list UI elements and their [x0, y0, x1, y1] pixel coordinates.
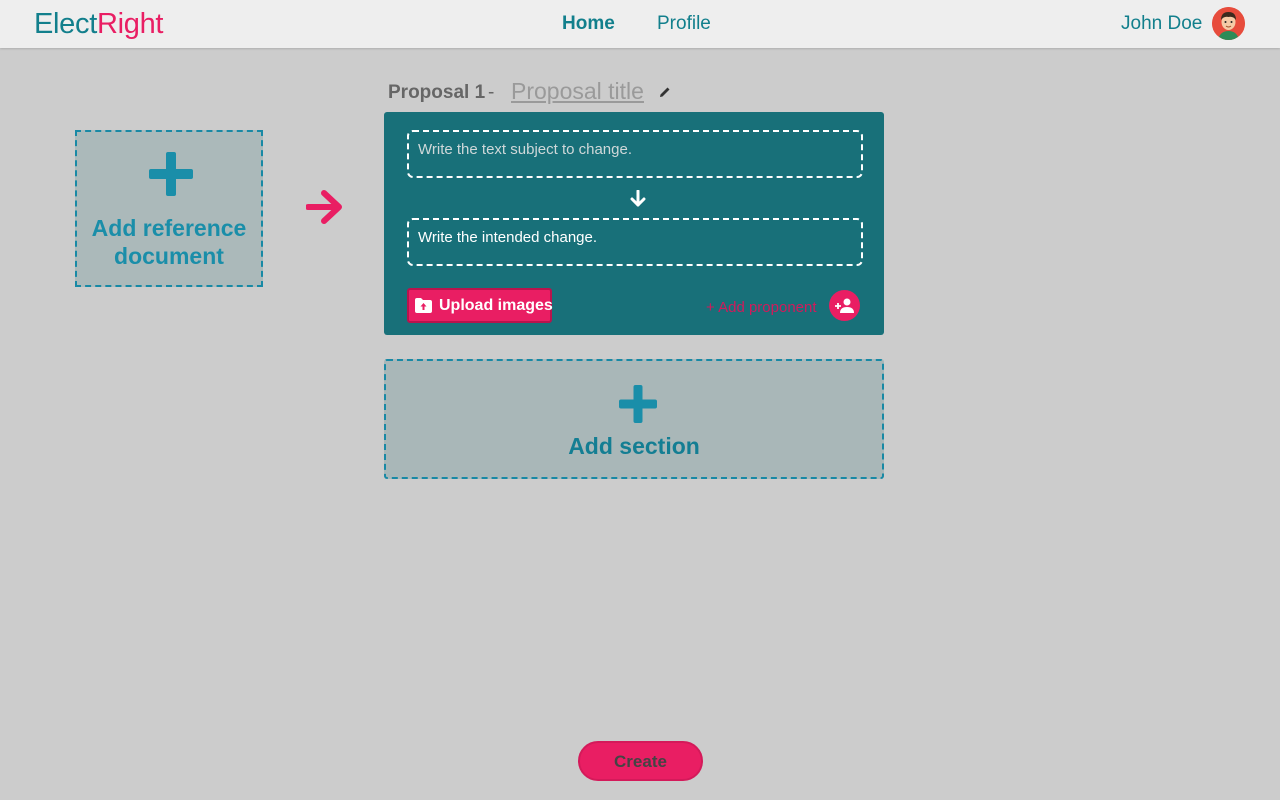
proposal-section-card: Write the text subject to change. Write …	[384, 112, 884, 335]
plus-icon	[619, 385, 657, 423]
folder-upload-icon	[415, 298, 432, 313]
add-reference-label-line2: document	[114, 243, 224, 269]
add-reference-label: Add reference document	[77, 214, 261, 270]
add-person-icon	[835, 298, 854, 313]
nav-profile[interactable]: Profile	[657, 13, 711, 35]
arrow-down-icon	[630, 190, 646, 207]
add-section-label: Add section	[568, 433, 700, 459]
upload-images-button[interactable]: Upload images	[407, 288, 553, 323]
nav-home[interactable]: Home	[562, 13, 615, 35]
pencil-icon[interactable]	[659, 86, 671, 98]
avatar[interactable]	[1212, 7, 1245, 40]
add-reference-document-button[interactable]: Add reference document	[75, 130, 263, 287]
add-proponent-button[interactable]	[829, 290, 860, 321]
logo-part-1: Elect	[34, 8, 97, 40]
avatar-face-icon	[1212, 7, 1245, 40]
subject-text-input[interactable]: Write the text subject to change.	[407, 130, 863, 178]
add-reference-label-line1: Add reference	[91, 215, 247, 241]
plus-icon	[149, 152, 193, 196]
top-bar: ElectRight Home Profile John Doe	[0, 0, 1280, 48]
proposal-title-input[interactable]: Proposal title	[511, 78, 651, 105]
create-button[interactable]: Create	[578, 741, 703, 781]
proposal-number: Proposal 1	[388, 82, 486, 103]
arrow-right-icon	[306, 190, 342, 224]
upload-images-label: Upload images	[439, 297, 553, 314]
add-section-button[interactable]: Add section	[384, 359, 884, 479]
user-name[interactable]: John Doe	[1121, 13, 1202, 35]
logo-part-2: Right	[96, 8, 164, 40]
add-proponent-link[interactable]: + Add proponent	[706, 299, 817, 316]
intended-change-input[interactable]: Write the intended change.	[407, 218, 863, 266]
proposal-separator: -	[488, 82, 495, 103]
app-logo[interactable]: ElectRight	[34, 8, 163, 41]
